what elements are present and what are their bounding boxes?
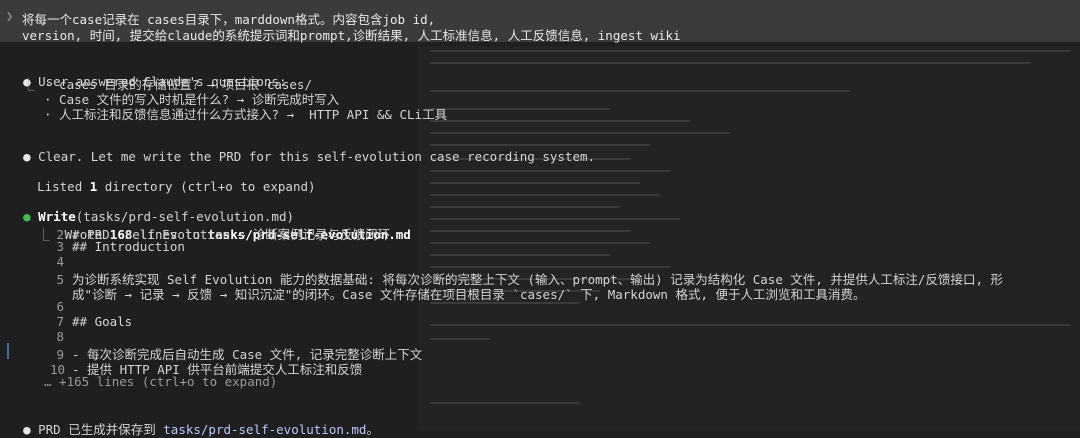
tree-connector-icon: ⎿ bbox=[22, 77, 35, 92]
background-window bbox=[418, 46, 1080, 431]
answer-item: · 人工标注和反馈信息通过什么方式接入? → HTTP API && CLi工具 bbox=[44, 107, 448, 122]
clear-message-text: Clear. Let me write the PRD for this sel… bbox=[38, 149, 596, 164]
line-text: ## Introduction bbox=[72, 239, 185, 254]
prompt-chevron-icon: ❯ bbox=[6, 9, 14, 23]
line-number: 6 bbox=[56, 299, 64, 314]
file-line: 8 bbox=[50, 329, 72, 344]
listed-suffix: directory (ctrl+o to expand) bbox=[97, 179, 316, 194]
file-line: 4 bbox=[50, 254, 72, 269]
user-prompt-box: ❯ 将每一个case记录在 cases目录下，marddown格式。内容包含jo… bbox=[0, 0, 1080, 43]
line-number: 7 bbox=[56, 314, 64, 329]
gutter-marker bbox=[7, 343, 9, 359]
listed-prefix: Listed bbox=[37, 179, 90, 194]
line-number: 3 bbox=[56, 239, 64, 254]
line-number: 8 bbox=[56, 329, 64, 344]
line-text: 成"诊断 → 记录 → 反馈 → 知识沉淀"的闭环。Case 文件存储在项目根目… bbox=[72, 287, 866, 302]
listed-directory-summary[interactable]: Listed 1 directory (ctrl+o to expand) bbox=[22, 164, 316, 194]
line-number: 4 bbox=[56, 254, 64, 269]
bullet-icon: ● bbox=[23, 149, 31, 164]
final-prefix: PRD 已生成并保存到 bbox=[38, 422, 164, 437]
tree-connector-icon: ⎿ bbox=[37, 227, 50, 242]
file-path-link[interactable]: tasks/prd-self-evolution.md bbox=[163, 422, 366, 437]
expand-more-lines[interactable]: … +165 lines (ctrl+o to expand) bbox=[44, 374, 277, 389]
final-suffix: 。 bbox=[366, 422, 379, 437]
bullet-icon: ● bbox=[23, 422, 31, 437]
file-line: 6 bbox=[50, 299, 72, 314]
prompt-line-2: version, 时间, 提交给claude的系统提示词和prompt,诊断结果… bbox=[22, 28, 681, 43]
file-line: 3 ## Introduction bbox=[50, 239, 185, 254]
file-line: 7 ## Goals bbox=[50, 314, 132, 329]
assistant-message: ● Clear. Let me write the PRD for this s… bbox=[8, 134, 595, 164]
file-line: 成"诊断 → 记录 → 反馈 → 知识沉淀"的闭环。Case 文件存储在项目根目… bbox=[50, 284, 866, 303]
final-message: ● PRD 已生成并保存到 tasks/prd-self-evolution.m… bbox=[8, 404, 379, 438]
line-text: ## Goals bbox=[72, 314, 133, 329]
